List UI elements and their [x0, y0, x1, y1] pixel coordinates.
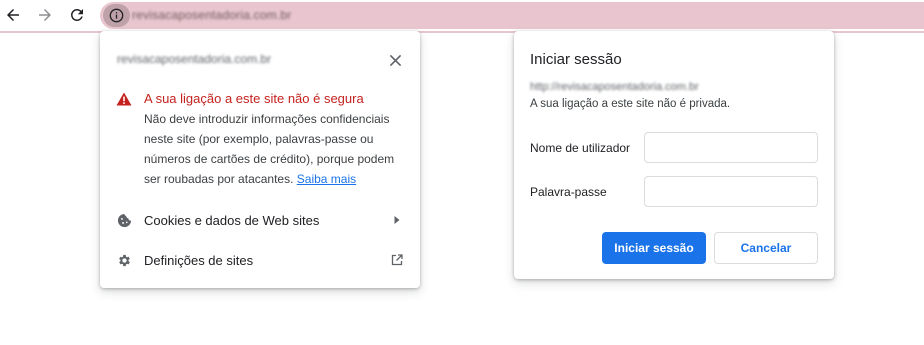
login-dialog: Iniciar sessão http://revisacaposentador…: [514, 31, 834, 279]
omnibox[interactable]: revisacaposentadoria.com.br: [100, 2, 924, 29]
site-url: revisacaposentadoria.com.br: [117, 52, 272, 66]
forward-arrow-icon: [39, 9, 51, 21]
warning-title: A sua ligação a este site não é segura: [144, 91, 364, 106]
browser-toolbar: revisacaposentadoria.com.br: [0, 0, 924, 31]
dialog-note: A sua ligação a este site não é privada.: [530, 98, 731, 110]
external-link-icon: [390, 253, 404, 267]
chevron-right-icon: [390, 213, 404, 227]
menu-item-label: Definições de sites: [144, 252, 254, 268]
close-icon: [389, 54, 401, 66]
learn-more-link[interactable]: Saiba mais: [297, 172, 356, 186]
back-button[interactable]: [0, 2, 26, 28]
password-field[interactable]: [644, 176, 818, 207]
menu-item-label: Cookies e dados de Web sites: [144, 212, 320, 228]
warning-text: Não deve introduzir informações confiden…: [144, 112, 395, 186]
site-info-button[interactable]: [103, 4, 130, 27]
dialog-title: Iniciar sessão: [530, 51, 622, 68]
back-arrow-icon: [7, 9, 19, 21]
url-text[interactable]: revisacaposentadoria.com.br: [132, 8, 291, 22]
username-label: Nome de utilizador: [530, 141, 631, 155]
warning-icon: [116, 92, 132, 106]
cookie-icon: [116, 212, 132, 228]
site-info-popup: revisacaposentadoria.com.br A sua ligaçã…: [100, 31, 420, 288]
reload-button[interactable]: [64, 2, 90, 28]
close-button[interactable]: [385, 50, 405, 70]
sign-in-button[interactable]: Iniciar sessão: [602, 232, 706, 264]
info-icon: [109, 8, 124, 23]
forward-button[interactable]: [32, 2, 58, 28]
cancel-button[interactable]: Cancelar: [714, 232, 818, 264]
reload-icon: [70, 8, 83, 21]
password-label: Palavra-passe: [530, 185, 607, 199]
menu-item-cookies[interactable]: Cookies e dados de Web sites: [100, 202, 420, 238]
dialog-origin: http://revisacaposentadoria.com.br: [530, 81, 699, 93]
menu-item-site-settings[interactable]: Definições de sites: [100, 242, 420, 278]
gear-icon: [116, 252, 132, 268]
username-field[interactable]: [644, 132, 818, 163]
warning-body: Não deve introduzir informações confiden…: [144, 109, 406, 189]
